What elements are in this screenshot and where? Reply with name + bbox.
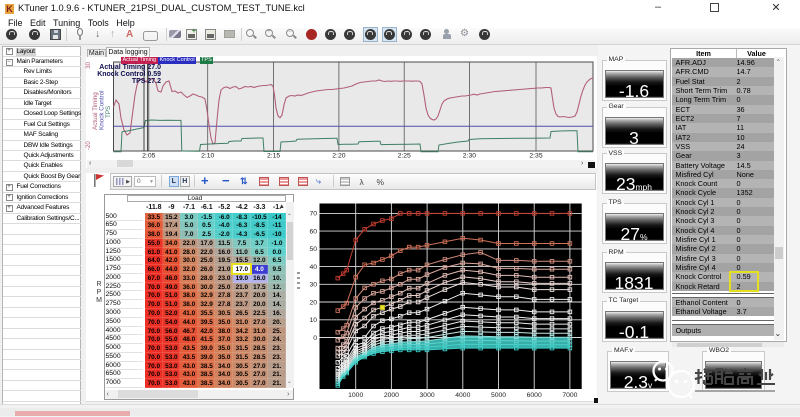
svg-text:3000: 3000 — [420, 392, 435, 399]
svg-text:40: 40 — [309, 264, 317, 271]
svg-text:7000: 7000 — [562, 392, 577, 399]
svg-text:6000: 6000 — [527, 392, 542, 399]
svg-text:1000: 1000 — [348, 392, 363, 399]
svg-text:10: 10 — [309, 317, 317, 324]
svg-text:4000: 4000 — [455, 392, 470, 399]
svg-text:5000: 5000 — [491, 392, 506, 399]
svg-text:0: 0 — [313, 335, 317, 342]
svg-text:60: 60 — [309, 228, 317, 235]
svg-text:20: 20 — [309, 299, 317, 306]
svg-text:2000: 2000 — [384, 392, 399, 399]
svg-text:70: 70 — [309, 211, 317, 218]
svg-text:30: 30 — [309, 282, 317, 289]
svg-text:50: 50 — [309, 246, 317, 253]
